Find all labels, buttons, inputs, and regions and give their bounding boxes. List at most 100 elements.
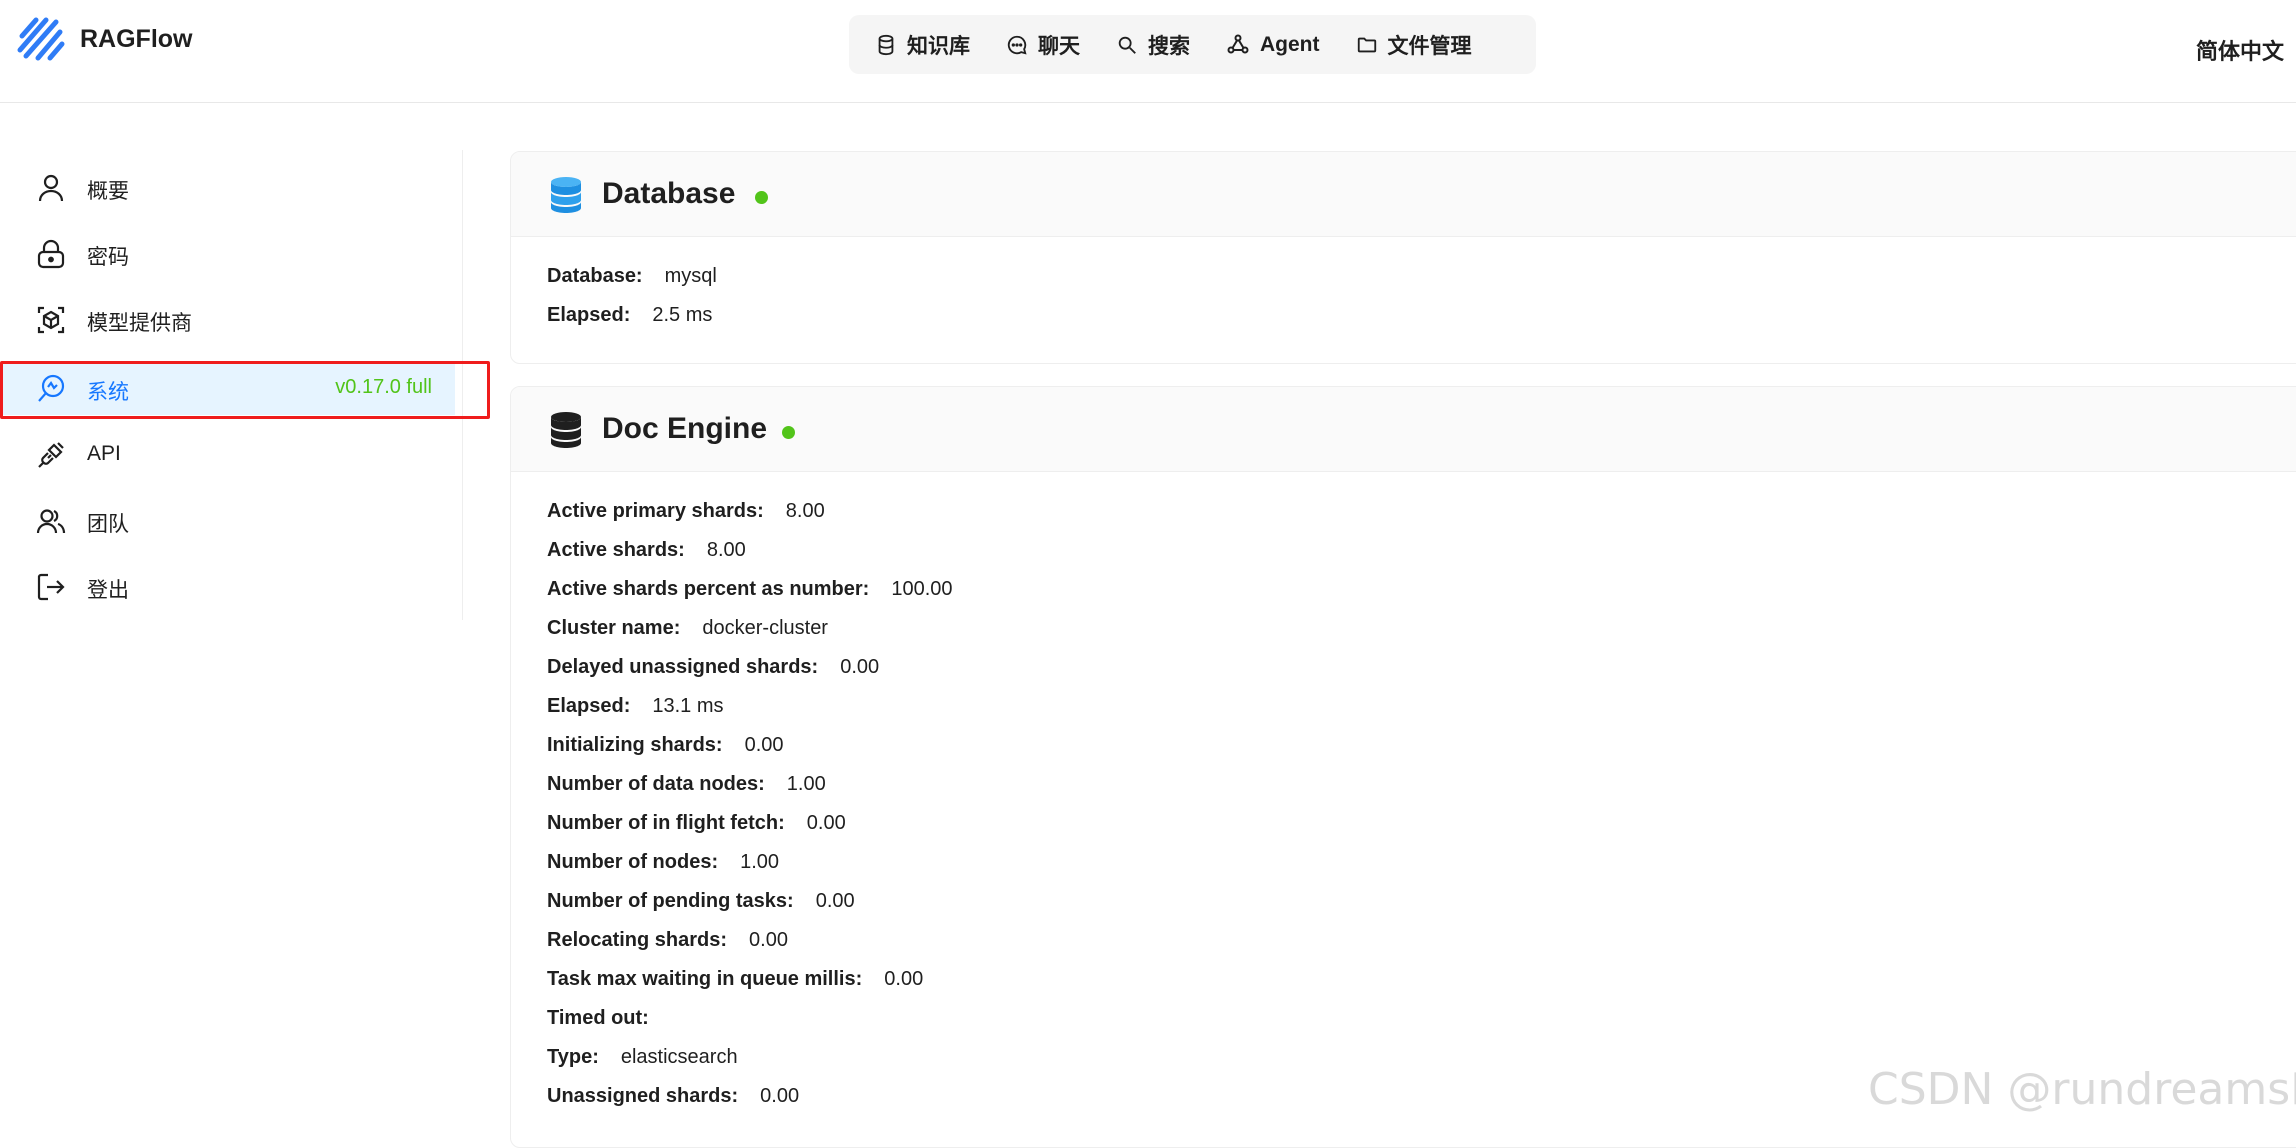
sidebar-item-label: 密码 xyxy=(87,246,129,269)
sidebar-item-label: API xyxy=(87,442,121,465)
detail-key: Delayed unassigned shards: xyxy=(547,656,819,678)
doc-engine-card: Doc Engine Active primary shards: 8.00 Act… xyxy=(510,386,2296,1148)
detail-row: Task max waiting in queue millis: 0.00 xyxy=(547,964,2296,1003)
detail-key: Timed out: xyxy=(547,1007,649,1029)
detail-row: Timed out: xyxy=(547,1003,2296,1042)
system-icon xyxy=(38,374,65,402)
sidebar-item-api[interactable]: API xyxy=(0,427,455,481)
sidebar-item-model-providers[interactable]: 模型提供商 xyxy=(0,292,455,346)
detail-row: Cluster name: docker-cluster xyxy=(547,613,2296,652)
sidebar-item-label: 系统 xyxy=(87,381,129,404)
detail-key: Active shards: xyxy=(547,539,685,561)
detail-row: Initializing shards: 0.00 xyxy=(547,730,2296,769)
detail-key: Relocating shards: xyxy=(547,929,728,951)
agent-icon xyxy=(1227,34,1249,53)
detail-value: 0.00 xyxy=(806,812,846,834)
database-card-header: Database xyxy=(511,152,2296,237)
detail-row: Number of in flight fetch: 0.00 xyxy=(547,808,2296,847)
nav-file-management[interactable]: 文件管理 xyxy=(1338,23,1490,67)
logout-icon xyxy=(37,573,65,601)
watermark: CSDN @rundreamsFly xyxy=(1868,1064,2296,1115)
top-navigation: 知识库 聊天 搜索 Agent 文件管理 xyxy=(849,15,1536,74)
app-name: RAGFlow xyxy=(80,24,193,53)
detail-row: Relocating shards: 0.00 xyxy=(547,925,2296,964)
user-icon xyxy=(38,174,64,202)
detail-value: mysql xyxy=(664,265,717,287)
detail-row: Delayed unassigned shards: 0.00 xyxy=(547,652,2296,691)
detail-key: Number of nodes: xyxy=(547,851,719,873)
version-badge: v0.17.0 full xyxy=(335,376,432,398)
app-logo[interactable]: RAGFlow xyxy=(16,14,193,64)
nav-label: 聊天 xyxy=(1038,34,1080,58)
detail-row: Elapsed: 13.1 ms xyxy=(547,691,2296,730)
sidebar-item-label: 概要 xyxy=(87,180,129,203)
detail-value: docker-cluster xyxy=(702,617,828,639)
lock-icon xyxy=(37,239,65,269)
database-status-dot xyxy=(755,191,768,204)
detail-key: Cluster name: xyxy=(547,617,681,639)
sidebar-item-label: 模型提供商 xyxy=(87,312,192,335)
detail-value: 0.00 xyxy=(744,734,784,756)
detail-key: Type: xyxy=(547,1046,599,1068)
search-icon xyxy=(1118,36,1136,54)
detail-key: Active primary shards: xyxy=(547,500,764,522)
detail-key: Unassigned shards: xyxy=(547,1085,739,1107)
detail-key: Active shards percent as number: xyxy=(547,578,870,600)
detail-value: 0.00 xyxy=(749,929,788,951)
detail-row: Database: mysql xyxy=(547,261,2296,300)
settings-sidebar: 概要 密码 模型提供商 系统 v0.17.0 full API 团队 登出 xyxy=(0,150,463,620)
doc-engine-status-dot xyxy=(782,426,795,439)
detail-value: 8.00 xyxy=(785,500,825,522)
detail-row: Elapsed: 2.5 ms xyxy=(547,300,2296,339)
detail-value: 100.00 xyxy=(891,578,953,600)
sidebar-item-logout[interactable]: 登出 xyxy=(0,559,455,613)
detail-value: 13.1 ms xyxy=(652,695,724,717)
model-icon xyxy=(37,306,65,334)
doc-engine-card-title: Doc Engine xyxy=(602,412,768,445)
detail-value: 1.00 xyxy=(740,851,780,873)
nav-label: 文件管理 xyxy=(1387,34,1472,58)
detail-row: Number of data nodes: 1.00 xyxy=(547,769,2296,808)
chat-icon xyxy=(1007,35,1027,55)
sidebar-item-team[interactable]: 团队 xyxy=(0,493,455,547)
detail-key: Elapsed: xyxy=(547,695,631,717)
database-icon xyxy=(551,177,581,213)
detail-row: Number of pending tasks: 0.00 xyxy=(547,886,2296,925)
detail-row: Number of nodes: 1.00 xyxy=(547,847,2296,886)
database-card-title: Database xyxy=(602,177,736,210)
detail-value: 0.00 xyxy=(884,968,924,990)
detail-value: elasticsearch xyxy=(620,1046,738,1068)
detail-key: Database: xyxy=(547,265,643,287)
database-details: Database: mysql Elapsed: 2.5 ms xyxy=(511,237,2296,339)
doc-engine-card-header: Doc Engine xyxy=(511,387,2296,472)
sidebar-item-label: 团队 xyxy=(87,513,129,536)
nav-chat[interactable]: 聊天 xyxy=(988,23,1098,67)
ragflow-logo-icon xyxy=(17,17,65,61)
detail-value: 2.5 ms xyxy=(652,304,713,326)
doc-engine-details: Active primary shards: 8.00 Active shards:… xyxy=(511,472,2296,1120)
detail-value: 1.00 xyxy=(786,773,826,795)
nav-agent[interactable]: Agent xyxy=(1208,23,1338,67)
app-header: RAGFlow 知识库 聊天 搜索 Agent 文件管理 简体中文 xyxy=(0,0,2296,103)
database-icon xyxy=(878,34,894,55)
detail-key: Task max waiting in queue millis: xyxy=(547,968,863,990)
detail-row: Active primary shards: 8.00 xyxy=(547,496,2296,535)
database-card: Database Database: mysql Elapsed: 2.5 ms xyxy=(510,151,2296,364)
language-selector[interactable]: 简体中文 xyxy=(2196,34,2284,66)
nav-label: 搜索 xyxy=(1148,34,1190,58)
detail-value: 0.00 xyxy=(840,656,880,678)
team-icon xyxy=(36,509,66,534)
nav-knowledge-base[interactable]: 知识库 xyxy=(857,23,988,67)
detail-value: 0.00 xyxy=(760,1085,800,1107)
sidebar-item-profile[interactable]: 概要 xyxy=(0,160,455,214)
detail-key: Number of data nodes: xyxy=(547,773,765,795)
nav-search[interactable]: 搜索 xyxy=(1098,23,1208,67)
sidebar-item-label: 登出 xyxy=(87,579,129,602)
detail-key: Number of pending tasks: xyxy=(547,890,794,912)
sidebar-item-password[interactable]: 密码 xyxy=(0,226,455,280)
sidebar-item-system[interactable]: 系统 v0.17.0 full xyxy=(3,361,455,415)
detail-value: 0.00 xyxy=(815,890,855,912)
detail-key: Elapsed: xyxy=(547,304,631,326)
nav-label: Agent xyxy=(1260,32,1320,56)
detail-value: 8.00 xyxy=(706,539,746,561)
